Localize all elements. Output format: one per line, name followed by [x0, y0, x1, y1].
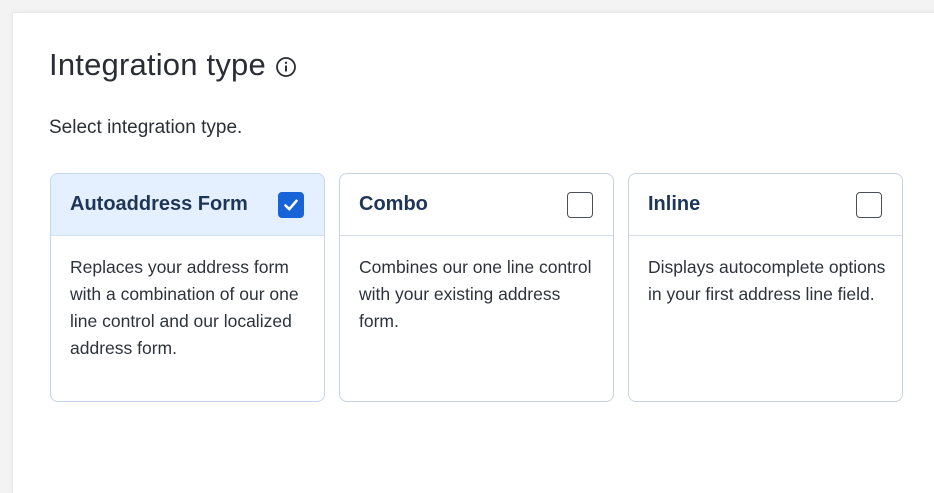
- checkmark-icon: [284, 199, 298, 210]
- card-description: Replaces your address form with a combin…: [70, 257, 299, 358]
- card-header: Autoaddress Form: [51, 174, 324, 236]
- card-header: Combo: [340, 174, 613, 236]
- card-description: Combines our one line control with your …: [359, 257, 592, 331]
- card-description: Displays autocomplete options in your fi…: [648, 257, 886, 304]
- info-circle-icon[interactable]: [275, 56, 297, 78]
- section-subtitle: Select integration type.: [49, 117, 243, 138]
- card-title: Combo: [359, 193, 428, 215]
- checkbox-inline[interactable]: [856, 191, 882, 218]
- card-title: Inline: [648, 193, 701, 215]
- option-card-combo[interactable]: Combo Combines our one line control with…: [339, 173, 614, 402]
- integration-type-panel: Integration type Select integration type…: [12, 12, 934, 493]
- checkbox-combo[interactable]: [567, 191, 593, 218]
- checkbox-autoaddress-form[interactable]: [278, 191, 304, 218]
- card-title: Autoaddress Form: [70, 193, 248, 215]
- section-header: Integration type: [49, 47, 297, 83]
- option-card-autoaddress-form[interactable]: Autoaddress Form Replaces your address f…: [50, 173, 325, 402]
- card-header: Inline: [629, 174, 902, 236]
- option-card-inline[interactable]: Inline Displays autocomplete options in …: [628, 173, 903, 402]
- section-title: Integration type: [49, 47, 266, 82]
- integration-options: Autoaddress Form Replaces your address f…: [50, 173, 903, 402]
